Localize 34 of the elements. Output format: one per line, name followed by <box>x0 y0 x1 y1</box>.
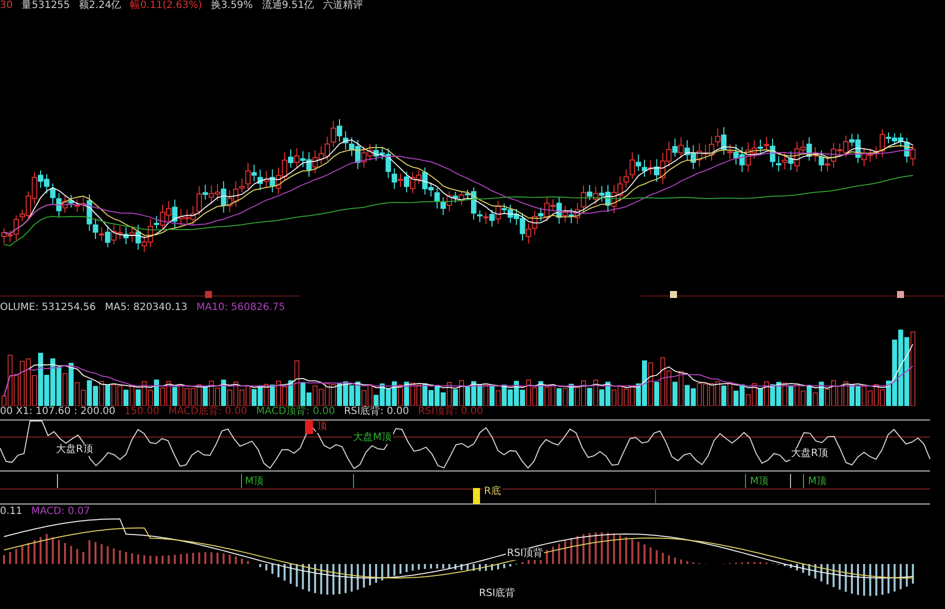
signal-tick <box>745 474 746 488</box>
legend-label: RSI底背: 0.00 <box>344 406 410 418</box>
quote-field: 30 <box>0 0 13 12</box>
quote-field: 量531255 <box>22 0 70 12</box>
legend-label: RSI顶背: 0.00 <box>418 406 484 418</box>
signal-label: 大盘M顶 <box>352 432 393 444</box>
legend-label: MACD底背: 0.00 <box>168 406 248 418</box>
signal-label: M顶 <box>244 476 265 488</box>
signal-label: 大盘R顶 <box>790 448 829 460</box>
signal-label: RSI底背 <box>478 588 516 600</box>
legend-label: MA10: 560826.75 <box>196 302 286 314</box>
signal-tick <box>353 474 354 488</box>
signal-label: 顶 <box>316 421 328 433</box>
quote-field: 换3.59% <box>211 0 253 12</box>
signal-tick <box>803 474 804 488</box>
legend-label: 0.11 <box>0 506 22 518</box>
signal-bar <box>473 488 480 504</box>
legend-label: OLUME: 531254.56 <box>0 302 96 314</box>
legend-label: 150.00 <box>124 406 160 418</box>
signal-label: M顶 <box>749 476 770 488</box>
signal-tick <box>790 474 791 488</box>
legend-label: MACD: 0.07 <box>31 506 90 518</box>
signal-bar <box>305 420 313 434</box>
signal-label: 大盘R顶 <box>55 444 94 456</box>
signal-tick <box>57 474 58 488</box>
quote-field: 幅0.11(2.63%) <box>130 0 202 12</box>
signal-label: R底 <box>483 486 502 498</box>
signal-tick <box>241 474 242 488</box>
signal-label: RSI顶背 <box>506 548 544 560</box>
legend-label: MACD顶背: 0.00 <box>256 406 335 418</box>
signal-label: M顶 <box>807 476 828 488</box>
legend-label: 00 X1: 107.60 : 200.00 <box>0 406 116 418</box>
legend-label: MA5: 820340.13 <box>104 302 188 314</box>
signal-tick <box>655 490 656 504</box>
